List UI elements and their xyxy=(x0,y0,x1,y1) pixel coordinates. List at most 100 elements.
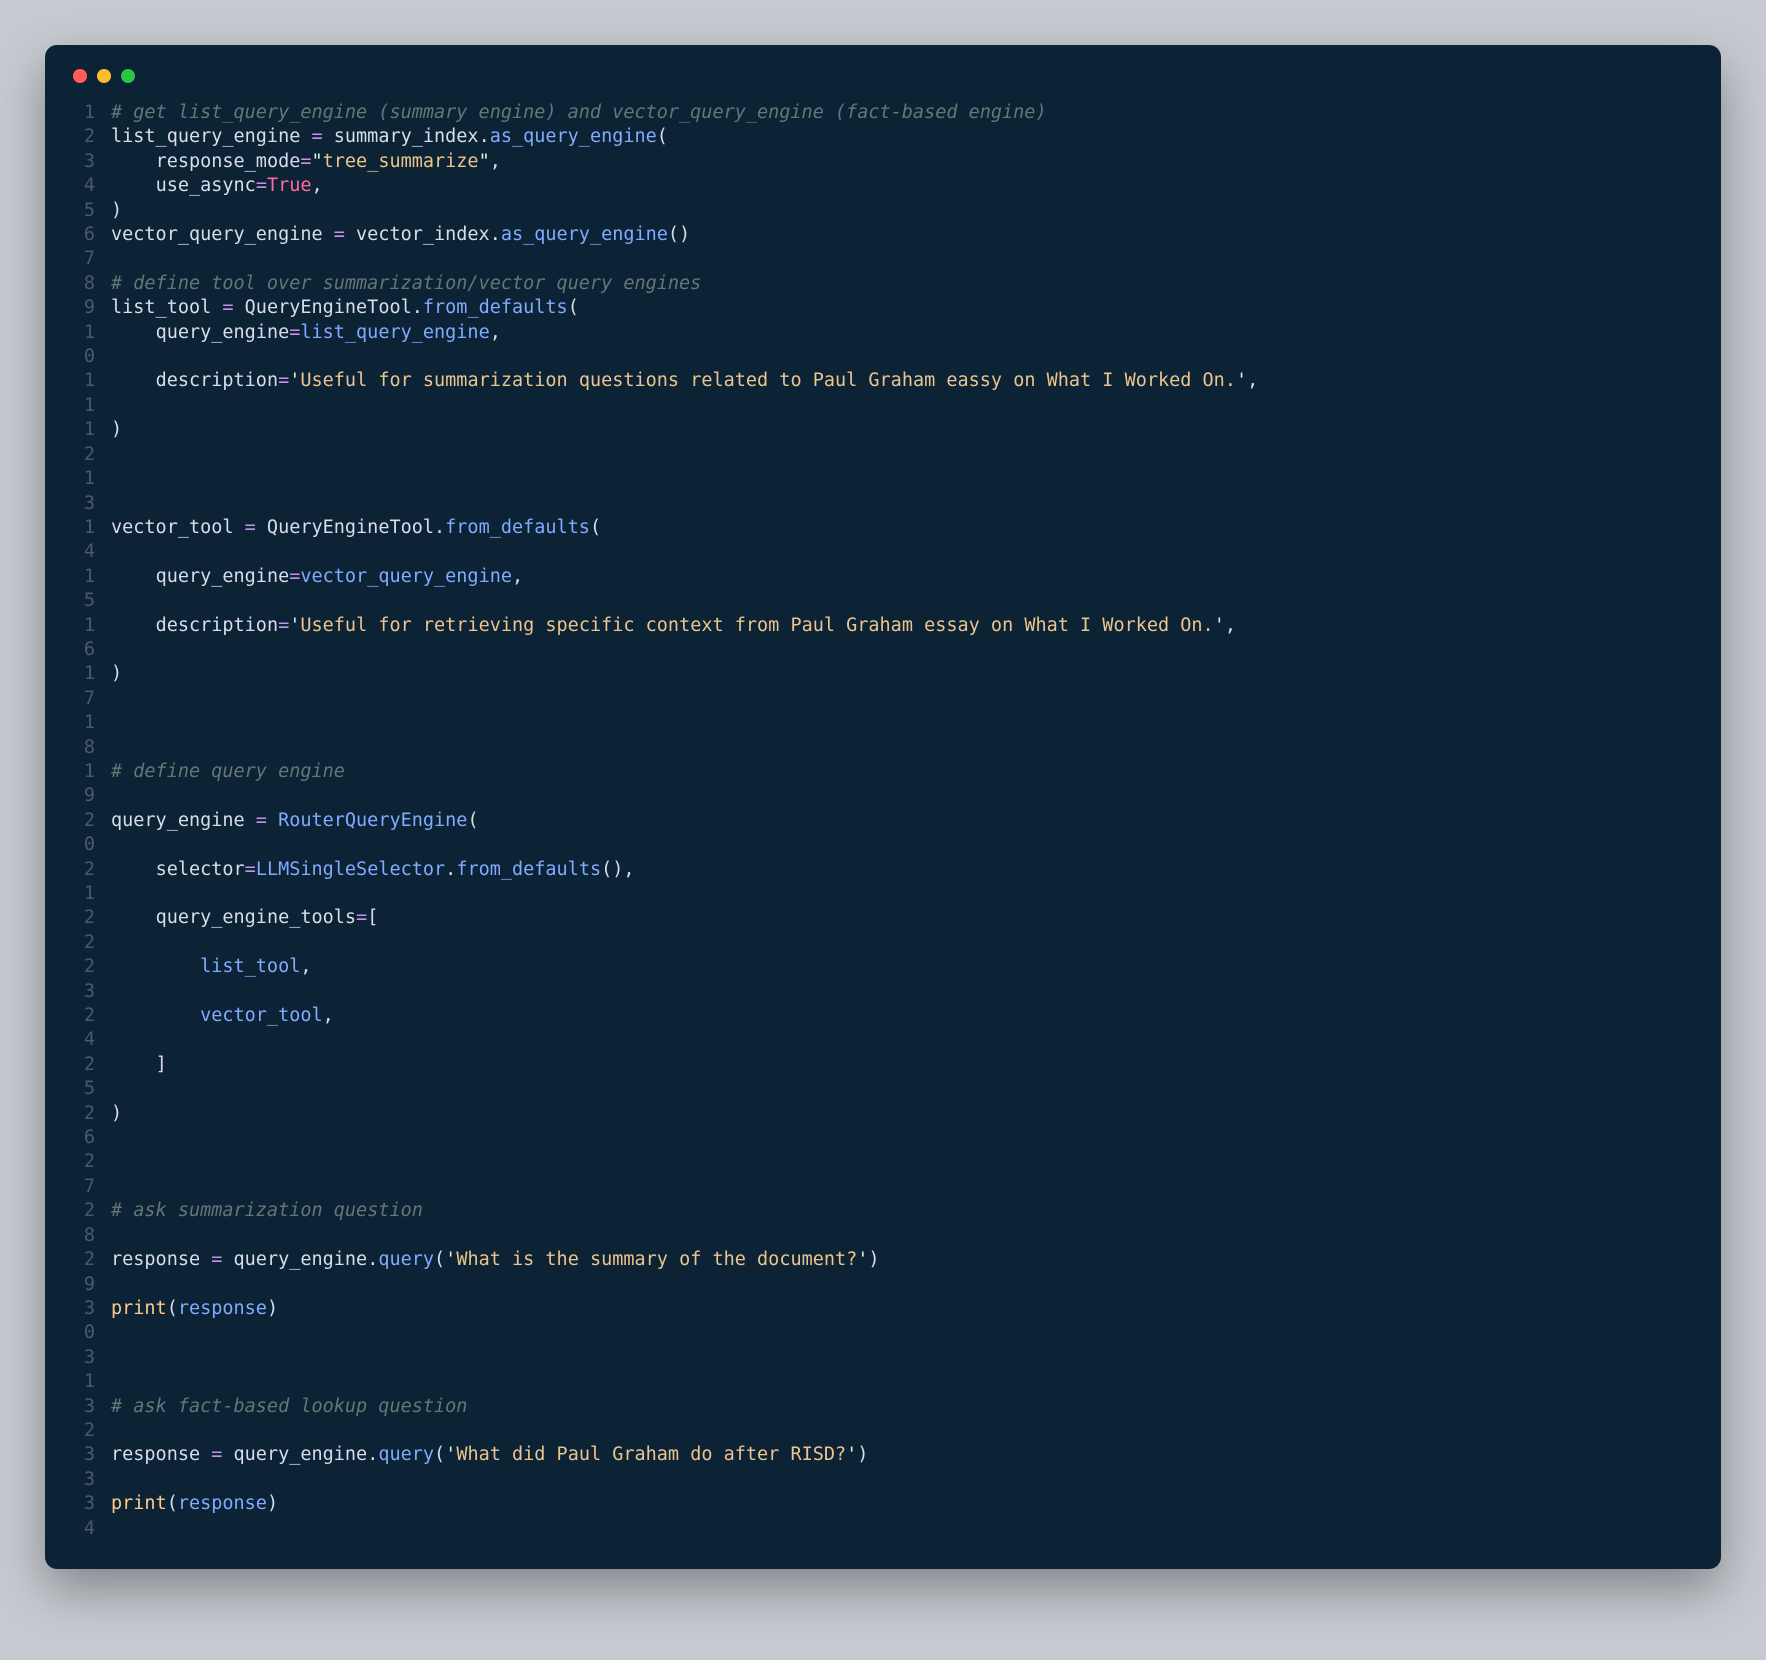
token: True xyxy=(267,175,312,196)
token: = xyxy=(356,907,367,928)
code-line: 6vector_query_engine = vector_index.as_q… xyxy=(73,223,1693,247)
token: , xyxy=(490,322,501,343)
token: query_engine_tools xyxy=(111,907,356,928)
code-line: 31 xyxy=(73,1346,1693,1395)
token: response xyxy=(178,1298,267,1319)
token: ( xyxy=(657,126,668,147)
token: vector_query_engine xyxy=(300,566,512,587)
line-number: 4 xyxy=(73,174,111,198)
token: ' xyxy=(1214,615,1225,636)
token: vector_index xyxy=(345,224,490,245)
token xyxy=(267,810,278,831)
line-source: list_tool = QueryEngineTool.from_default… xyxy=(111,296,1693,320)
line-number: 22 xyxy=(73,906,111,955)
line-number: 5 xyxy=(73,199,111,223)
code-line: 9list_tool = QueryEngineTool.from_defaul… xyxy=(73,296,1693,320)
token: ] xyxy=(111,1054,167,1075)
token: as_query_engine xyxy=(490,126,657,147)
token: ) xyxy=(267,1298,278,1319)
token: response xyxy=(178,1493,267,1514)
line-source xyxy=(111,467,1693,516)
line-number: 7 xyxy=(73,247,111,271)
token: What is the summary of the document? xyxy=(456,1249,857,1270)
line-source: vector_query_engine = vector_index.as_qu… xyxy=(111,223,1693,247)
close-icon[interactable] xyxy=(73,69,87,83)
line-source: ) xyxy=(111,662,1693,711)
token: LLMSingleSelector xyxy=(256,859,445,880)
line-source xyxy=(111,1346,1693,1395)
line-number: 21 xyxy=(73,858,111,907)
token: = xyxy=(245,517,256,538)
line-number: 13 xyxy=(73,467,111,516)
token: as_query_engine xyxy=(501,224,668,245)
token: . xyxy=(412,297,423,318)
token: " xyxy=(312,151,323,172)
token: vector_tool xyxy=(111,517,245,538)
line-number: 11 xyxy=(73,369,111,418)
code-line: 11 description='Useful for summarization… xyxy=(73,369,1693,418)
line-number: 29 xyxy=(73,1248,111,1297)
line-number: 30 xyxy=(73,1297,111,1346)
line-source: print(response) xyxy=(111,1492,1693,1541)
zoom-icon[interactable] xyxy=(121,69,135,83)
line-source: response = query_engine.query('What is t… xyxy=(111,1248,1693,1297)
code-line: 13 xyxy=(73,467,1693,516)
token: # define query engine xyxy=(111,761,345,782)
token: . xyxy=(445,859,456,880)
code-block[interactable]: 1# get list_query_engine (summary engine… xyxy=(73,101,1693,1541)
token: Useful for retrieving specific context f… xyxy=(300,615,1213,636)
line-number: 18 xyxy=(73,711,111,760)
line-source: selector=LLMSingleSelector.from_defaults… xyxy=(111,858,1693,907)
line-number: 28 xyxy=(73,1199,111,1248)
line-number: 14 xyxy=(73,516,111,565)
code-line: 21 selector=LLMSingleSelector.from_defau… xyxy=(73,858,1693,907)
token: , xyxy=(490,151,501,172)
token: ' xyxy=(1236,370,1247,391)
line-source: description='Useful for retrieving speci… xyxy=(111,614,1693,663)
token: query xyxy=(378,1249,434,1270)
token: . xyxy=(479,126,490,147)
line-number: 33 xyxy=(73,1443,111,1492)
line-source: list_query_engine = summary_index.as_que… xyxy=(111,125,1693,149)
token: ) xyxy=(111,1103,122,1124)
code-line: 16 description='Useful for retrieving sp… xyxy=(73,614,1693,663)
line-source: query_engine_tools=[ xyxy=(111,906,1693,955)
line-number: 32 xyxy=(73,1395,111,1444)
token: ) xyxy=(857,1444,868,1465)
line-source: print(response) xyxy=(111,1297,1693,1346)
token: QueryEngineTool xyxy=(234,297,412,318)
line-number: 19 xyxy=(73,760,111,809)
line-source: ) xyxy=(111,199,1693,223)
line-source: description='Useful for summarization qu… xyxy=(111,369,1693,418)
token: list_tool xyxy=(200,956,300,977)
code-line: 26) xyxy=(73,1102,1693,1151)
token: , xyxy=(1247,370,1258,391)
line-source: response = query_engine.query('What did … xyxy=(111,1443,1693,1492)
line-number: 16 xyxy=(73,614,111,663)
token: QueryEngineTool xyxy=(256,517,434,538)
token: query_engine xyxy=(222,1249,367,1270)
token: from_defaults xyxy=(456,859,601,880)
code-line: 29response = query_engine.query('What is… xyxy=(73,1248,1693,1297)
code-line: 4 use_async=True, xyxy=(73,174,1693,198)
minimize-icon[interactable] xyxy=(97,69,111,83)
token: from_defaults xyxy=(445,517,590,538)
token: Useful for summarization questions relat… xyxy=(300,370,1236,391)
token xyxy=(111,1005,200,1026)
token: ( xyxy=(167,1493,178,1514)
line-number: 23 xyxy=(73,955,111,1004)
token: # ask fact-based lookup question xyxy=(111,1396,467,1417)
token: response xyxy=(111,1444,211,1465)
token: list_tool xyxy=(111,297,222,318)
token: ' xyxy=(289,615,300,636)
line-source xyxy=(111,711,1693,760)
token: ) xyxy=(111,200,122,221)
code-line: 30print(response) xyxy=(73,1297,1693,1346)
token: ' xyxy=(857,1249,868,1270)
line-number: 20 xyxy=(73,809,111,858)
token: ( xyxy=(467,810,478,831)
line-source: use_async=True, xyxy=(111,174,1693,198)
token: . xyxy=(434,517,445,538)
token: ) xyxy=(111,419,122,440)
line-number: 1 xyxy=(73,101,111,125)
